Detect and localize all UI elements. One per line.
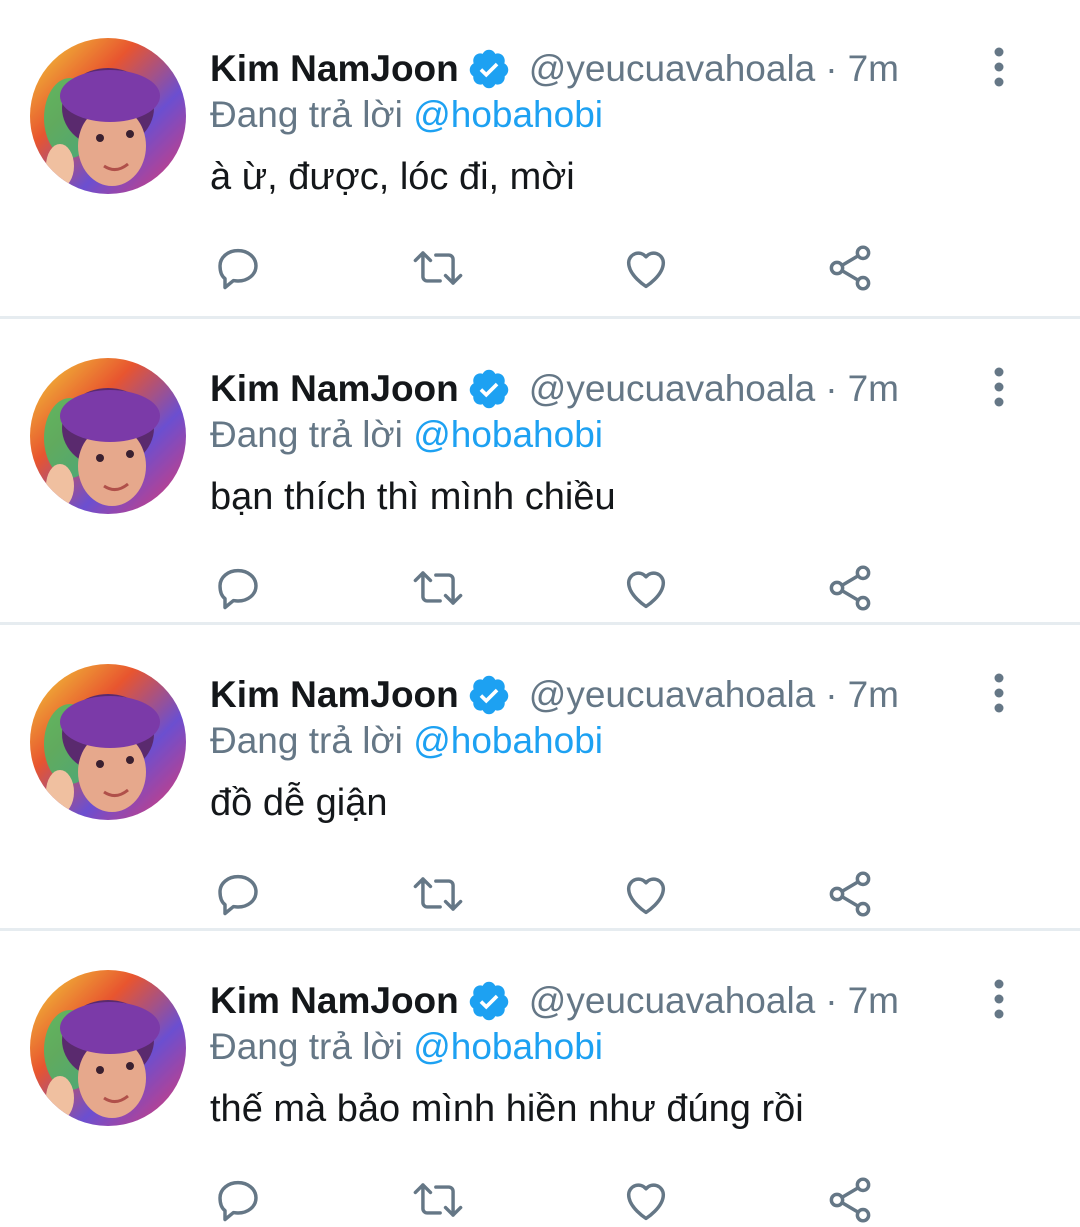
tweet-header: Kim NamJoon @yeucuavahoala · 7m xyxy=(210,362,899,416)
divider xyxy=(0,316,1080,319)
timestamp[interactable]: 7m xyxy=(848,674,899,716)
avatar[interactable] xyxy=(30,358,186,514)
timestamp[interactable]: 7m xyxy=(848,368,899,410)
more-vertical-icon[interactable] xyxy=(984,366,1014,408)
tweet-actions xyxy=(210,1172,910,1227)
avatar[interactable] xyxy=(30,970,186,1126)
avatar[interactable] xyxy=(30,664,186,820)
share-icon[interactable] xyxy=(822,1172,878,1227)
retweet-icon[interactable] xyxy=(410,1172,466,1227)
reply-icon[interactable] xyxy=(210,1172,266,1227)
verified-badge-icon xyxy=(467,673,511,717)
user-handle[interactable]: @yeucuavahoala xyxy=(529,980,815,1022)
reply-icon[interactable] xyxy=(210,866,266,922)
reply-mention-link[interactable]: @hobahobi xyxy=(413,414,603,455)
divider xyxy=(0,622,1080,625)
separator-dot: · xyxy=(825,980,838,1021)
avatar[interactable] xyxy=(30,38,186,194)
display-name[interactable]: Kim NamJoon xyxy=(210,48,459,90)
divider xyxy=(0,928,1080,931)
separator-dot: · xyxy=(825,368,838,409)
more-vertical-icon[interactable] xyxy=(984,978,1014,1020)
separator-dot: · xyxy=(825,674,838,715)
tweet-header: Kim NamJoon @yeucuavahoala · 7m xyxy=(210,42,899,96)
timestamp[interactable]: 7m xyxy=(848,980,899,1022)
retweet-icon[interactable] xyxy=(410,866,466,922)
tweet-text: thế mà bảo mình hiền như đúng rồi xyxy=(210,1088,804,1130)
display-name[interactable]: Kim NamJoon xyxy=(210,674,459,716)
like-icon[interactable] xyxy=(618,240,674,296)
tweet-actions xyxy=(210,560,910,616)
separator-dot: · xyxy=(825,48,838,89)
reply-mention-link[interactable]: @hobahobi xyxy=(413,94,603,135)
tweet-item[interactable]: Kim NamJoon @yeucuavahoala · 7m Đang trả… xyxy=(0,626,1080,931)
tweet-feed: Kim NamJoon @yeucuavahoala · 7m Đang trả… xyxy=(0,0,1080,1227)
verified-badge-icon xyxy=(467,367,511,411)
more-vertical-icon[interactable] xyxy=(984,46,1014,88)
verified-badge-icon xyxy=(467,47,511,91)
user-handle[interactable]: @yeucuavahoala xyxy=(529,48,815,90)
tweet-actions xyxy=(210,240,910,296)
timestamp[interactable]: 7m xyxy=(848,48,899,90)
tweet-item[interactable]: Kim NamJoon @yeucuavahoala · 7m Đang trả… xyxy=(0,932,1080,1227)
tweet-actions xyxy=(210,866,910,922)
display-name[interactable]: Kim NamJoon xyxy=(210,980,459,1022)
reply-context: Đang trả lời @hobahobi xyxy=(210,414,603,462)
share-icon[interactable] xyxy=(822,240,878,296)
reply-prefix: Đang trả lời xyxy=(210,720,403,761)
reply-icon[interactable] xyxy=(210,240,266,296)
reply-prefix: Đang trả lời xyxy=(210,94,403,135)
user-handle[interactable]: @yeucuavahoala xyxy=(529,674,815,716)
user-handle[interactable]: @yeucuavahoala xyxy=(529,368,815,410)
reply-context: Đang trả lời @hobahobi xyxy=(210,94,603,142)
reply-context: Đang trả lời @hobahobi xyxy=(210,1026,603,1074)
tweet-header: Kim NamJoon @yeucuavahoala · 7m xyxy=(210,974,899,1028)
verified-badge-icon xyxy=(467,979,511,1023)
display-name[interactable]: Kim NamJoon xyxy=(210,368,459,410)
like-icon[interactable] xyxy=(618,866,674,922)
tweet-item[interactable]: Kim NamJoon @yeucuavahoala · 7m Đang trả… xyxy=(0,320,1080,625)
retweet-icon[interactable] xyxy=(410,560,466,616)
reply-prefix: Đang trả lời xyxy=(210,1026,403,1067)
reply-mention-link[interactable]: @hobahobi xyxy=(413,720,603,761)
tweet-header: Kim NamJoon @yeucuavahoala · 7m xyxy=(210,668,899,722)
tweet-text: đồ dễ giận xyxy=(210,782,388,824)
reply-icon[interactable] xyxy=(210,560,266,616)
like-icon[interactable] xyxy=(618,1172,674,1227)
reply-prefix: Đang trả lời xyxy=(210,414,403,455)
reply-context: Đang trả lời @hobahobi xyxy=(210,720,603,768)
share-icon[interactable] xyxy=(822,866,878,922)
reply-mention-link[interactable]: @hobahobi xyxy=(413,1026,603,1067)
tweet-text: bạn thích thì mình chiều xyxy=(210,476,616,518)
share-icon[interactable] xyxy=(822,560,878,616)
like-icon[interactable] xyxy=(618,560,674,616)
tweet-item[interactable]: Kim NamJoon @yeucuavahoala · 7m Đang trả… xyxy=(0,0,1080,305)
tweet-text: à ừ, được, lóc đi, mời xyxy=(210,156,575,198)
retweet-icon[interactable] xyxy=(410,240,466,296)
more-vertical-icon[interactable] xyxy=(984,672,1014,714)
